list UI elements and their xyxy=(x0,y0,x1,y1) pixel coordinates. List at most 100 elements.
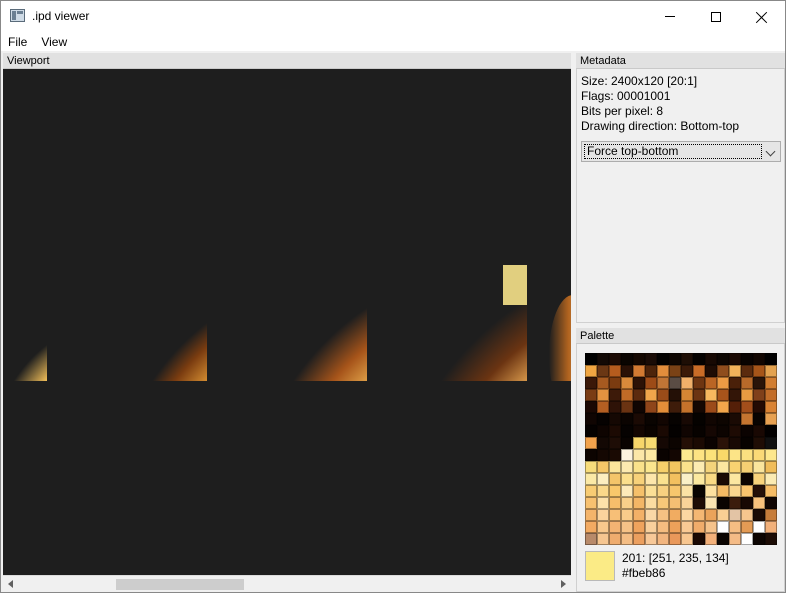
palette-swatch[interactable] xyxy=(753,521,765,533)
palette-swatch[interactable] xyxy=(681,365,693,377)
palette-swatch[interactable] xyxy=(741,449,753,461)
palette-swatch[interactable] xyxy=(705,353,717,365)
palette-swatch[interactable] xyxy=(657,425,669,437)
menu-view[interactable]: View xyxy=(34,32,74,51)
maximize-button[interactable] xyxy=(693,1,739,32)
palette-swatch[interactable] xyxy=(717,353,729,365)
palette-swatch[interactable] xyxy=(585,425,597,437)
palette-swatch[interactable] xyxy=(669,425,681,437)
palette-swatch[interactable] xyxy=(621,449,633,461)
palette-swatch[interactable] xyxy=(729,365,741,377)
palette-swatch[interactable] xyxy=(765,497,777,509)
palette-swatch[interactable] xyxy=(753,509,765,521)
palette-swatch[interactable] xyxy=(585,449,597,461)
palette-swatch[interactable] xyxy=(729,473,741,485)
palette-swatch[interactable] xyxy=(669,437,681,449)
palette-swatch[interactable] xyxy=(609,377,621,389)
palette-swatch[interactable] xyxy=(717,485,729,497)
palette-swatch[interactable] xyxy=(693,509,705,521)
palette-swatch[interactable] xyxy=(645,437,657,449)
palette-swatch[interactable] xyxy=(753,473,765,485)
palette-swatch[interactable] xyxy=(597,509,609,521)
palette-swatch[interactable] xyxy=(693,389,705,401)
palette-swatch[interactable] xyxy=(717,425,729,437)
palette-swatch[interactable] xyxy=(633,485,645,497)
close-button[interactable] xyxy=(739,1,785,32)
viewport-canvas[interactable] xyxy=(3,69,571,575)
palette-swatch[interactable] xyxy=(621,461,633,473)
palette-swatch[interactable] xyxy=(597,365,609,377)
palette-swatch[interactable] xyxy=(681,533,693,545)
palette-swatch[interactable] xyxy=(681,449,693,461)
palette-swatch[interactable] xyxy=(621,485,633,497)
palette-swatch[interactable] xyxy=(753,533,765,545)
palette-swatch[interactable] xyxy=(693,521,705,533)
palette-swatch[interactable] xyxy=(705,509,717,521)
palette-swatch[interactable] xyxy=(741,377,753,389)
palette-swatch[interactable] xyxy=(585,461,597,473)
palette-swatch[interactable] xyxy=(585,377,597,389)
palette-swatch[interactable] xyxy=(681,461,693,473)
palette-swatch[interactable] xyxy=(621,437,633,449)
palette-swatch[interactable] xyxy=(657,521,669,533)
palette-swatch[interactable] xyxy=(765,485,777,497)
palette-swatch[interactable] xyxy=(693,533,705,545)
palette-swatch[interactable] xyxy=(693,461,705,473)
palette-swatch[interactable] xyxy=(717,437,729,449)
palette-swatch[interactable] xyxy=(621,377,633,389)
palette-swatch[interactable] xyxy=(681,413,693,425)
palette-swatch[interactable] xyxy=(753,437,765,449)
palette-swatch[interactable] xyxy=(765,473,777,485)
palette-swatch[interactable] xyxy=(717,521,729,533)
palette-swatch[interactable] xyxy=(729,437,741,449)
palette-swatch[interactable] xyxy=(729,485,741,497)
palette-swatch[interactable] xyxy=(717,413,729,425)
palette-swatch[interactable] xyxy=(741,401,753,413)
palette-swatch[interactable] xyxy=(681,437,693,449)
palette-swatch[interactable] xyxy=(645,449,657,461)
palette-swatch[interactable] xyxy=(741,497,753,509)
palette-swatch[interactable] xyxy=(669,365,681,377)
palette-swatch[interactable] xyxy=(765,413,777,425)
palette-swatch[interactable] xyxy=(753,497,765,509)
palette-swatch[interactable] xyxy=(729,353,741,365)
palette-swatch[interactable] xyxy=(633,533,645,545)
palette-swatch[interactable] xyxy=(717,497,729,509)
palette-swatch[interactable] xyxy=(729,533,741,545)
palette-swatch[interactable] xyxy=(621,389,633,401)
palette-swatch[interactable] xyxy=(633,365,645,377)
palette-swatch[interactable] xyxy=(753,461,765,473)
palette-swatch[interactable] xyxy=(681,485,693,497)
palette-swatch[interactable] xyxy=(657,389,669,401)
palette-swatch[interactable] xyxy=(597,353,609,365)
palette-swatch[interactable] xyxy=(681,497,693,509)
palette-swatch[interactable] xyxy=(585,413,597,425)
palette-swatch[interactable] xyxy=(705,401,717,413)
palette-swatch[interactable] xyxy=(597,425,609,437)
palette-swatch[interactable] xyxy=(741,353,753,365)
palette-swatch[interactable] xyxy=(609,449,621,461)
palette-swatch[interactable] xyxy=(693,497,705,509)
palette-swatch[interactable] xyxy=(705,533,717,545)
palette-swatch[interactable] xyxy=(633,497,645,509)
palette-swatch[interactable] xyxy=(609,353,621,365)
palette-swatch[interactable] xyxy=(717,461,729,473)
palette-swatch[interactable] xyxy=(657,401,669,413)
palette-swatch[interactable] xyxy=(717,377,729,389)
palette-swatch[interactable] xyxy=(609,389,621,401)
palette-swatch[interactable] xyxy=(669,413,681,425)
palette-swatch[interactable] xyxy=(669,401,681,413)
palette-swatch[interactable] xyxy=(633,449,645,461)
palette-swatch[interactable] xyxy=(753,377,765,389)
palette-swatch[interactable] xyxy=(597,485,609,497)
palette-swatch[interactable] xyxy=(621,473,633,485)
scrollbar-thumb[interactable] xyxy=(116,579,244,590)
horizontal-scrollbar[interactable] xyxy=(3,575,571,592)
palette-swatch[interactable] xyxy=(765,509,777,521)
palette-swatch[interactable] xyxy=(693,449,705,461)
palette-swatch[interactable] xyxy=(585,533,597,545)
palette-swatch[interactable] xyxy=(765,401,777,413)
palette-swatch[interactable] xyxy=(657,377,669,389)
palette-swatch[interactable] xyxy=(765,377,777,389)
palette-swatch[interactable] xyxy=(705,389,717,401)
